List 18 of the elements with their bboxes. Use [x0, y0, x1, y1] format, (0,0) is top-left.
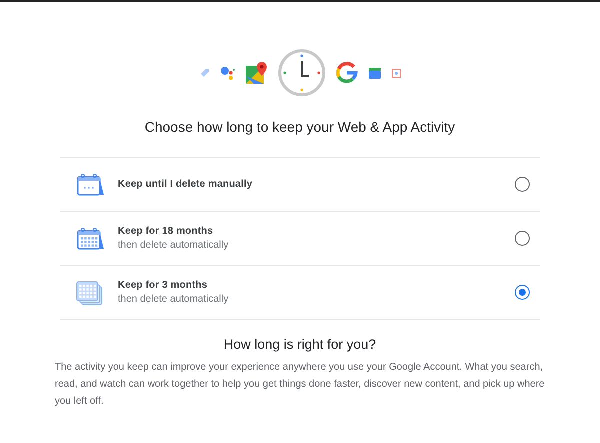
- option-title: Keep for 3 months: [118, 280, 208, 291]
- map-icon: [246, 62, 268, 84]
- tag-icon: [200, 68, 210, 78]
- section-heading: How long is right for you?: [222, 337, 378, 352]
- g-logo-icon: [336, 62, 358, 84]
- radio-button[interactable]: [515, 231, 530, 246]
- page-heading: Choose how long to keep your Web & App Activity: [144, 119, 456, 135]
- option-subtitle: then delete automatically: [118, 294, 230, 305]
- photo-icon: [392, 68, 400, 78]
- info-paragraph: The activity you keep can improve your experience anywhere you use your Google Account. What you search, read, and watch can work together to help you get things done faster, discover new content, and pick up where you left off.: [55, 361, 545, 409]
- option-title: Keep until I delete manually: [118, 179, 254, 190]
- option-title: Keep for 18 months: [118, 226, 214, 237]
- assistant-dots-icon: [220, 65, 236, 81]
- shop-icon: [368, 67, 382, 79]
- radio-button[interactable]: [515, 177, 530, 192]
- option-subtitle: then delete automatically: [118, 240, 230, 251]
- radio-button[interactable]: [515, 285, 530, 300]
- clock-icon: [278, 49, 326, 97]
